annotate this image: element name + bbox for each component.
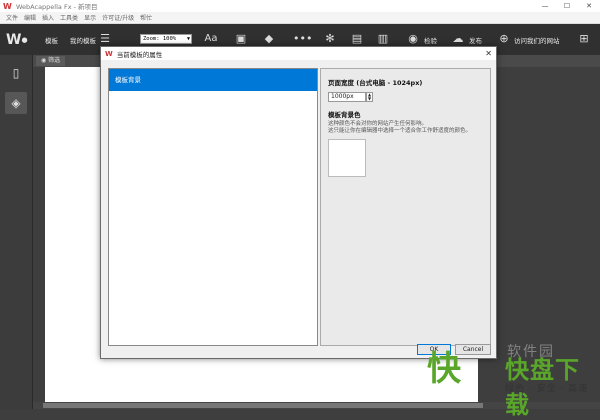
my-templates-tab[interactable]: 我的模板: [70, 24, 96, 55]
dialog-titlebar: W 当前模板的属性 ✕: [101, 47, 496, 60]
zoom-select[interactable]: Zoom: 100% ▼: [140, 34, 192, 44]
page-width-stepper[interactable]: ▲ ▼: [366, 92, 373, 102]
menu-license[interactable]: 许可证/升级: [102, 13, 134, 22]
paint-bucket-icon[interactable]: ◆: [262, 32, 276, 46]
list-item-template-background[interactable]: 模板背景: [109, 69, 317, 91]
more-icon[interactable]: •••: [293, 32, 312, 46]
page-width-input[interactable]: 1000px: [328, 92, 366, 102]
close-icon[interactable]: ✕: [485, 47, 492, 60]
window-titlebar: W WebAcappella Fx - 新项目 — ☐ ✕: [0, 0, 600, 12]
font-icon[interactable]: Aa: [203, 32, 219, 46]
filter-chip[interactable]: ◉ 筛选: [36, 56, 66, 66]
minimize-button[interactable]: —: [534, 0, 556, 12]
menu-edit[interactable]: 编辑: [24, 13, 36, 22]
image-icon[interactable]: ▣: [234, 32, 248, 46]
lock-icon[interactable]: ▥: [376, 32, 390, 46]
layers-icon[interactable]: ◈: [5, 92, 27, 114]
globe-icon[interactable]: ⊕: [497, 32, 511, 46]
watermark: 软件园 快 快盘下载 绿色 · 安全 · 高速: [415, 344, 600, 419]
property-list: 模板背景: [108, 68, 318, 346]
menu-insert[interactable]: 插入: [42, 13, 54, 22]
menu-file[interactable]: 文件: [6, 13, 18, 22]
visit-site-button[interactable]: 访问我们的网站: [514, 24, 560, 55]
bg-color-description: 这种颜色不会对你的网站产生任何影响。 这只能让你在编辑器中选择一个适合你工作舒适…: [328, 121, 488, 135]
app-logo-icon: W: [105, 49, 113, 58]
menu-bar: 文件 编辑 插入 工具类 显示 许可证/升级 帮忙: [0, 12, 600, 24]
desc-line-1: 这种颜色不会对你的网站产生任何影响。: [328, 121, 428, 127]
bg-color-heading: 模板背景色: [328, 111, 361, 119]
sliders-icon[interactable]: ☰: [99, 32, 111, 46]
document-icon[interactable]: ▤: [350, 32, 364, 46]
chevron-down-icon: ▼: [186, 36, 190, 42]
window-controls: — ☐ ✕: [534, 0, 600, 12]
zoom-value: Zoom: 100%: [143, 36, 177, 42]
bg-color-swatch[interactable]: [328, 139, 366, 177]
window-title: WebAcappella Fx - 新项目: [16, 3, 98, 11]
template-properties-dialog: W 当前模板的属性 ✕ 模板背景 页面宽度 (台式电脑 - 1024px) 10…: [100, 46, 497, 359]
watermark-slogan: 绿色 · 安全 · 高速: [505, 384, 589, 394]
app-logo-icon: W: [3, 1, 12, 11]
desc-line-2: 这只能让你在编辑器中选择一个适合你工作舒适度的颜色。: [328, 128, 472, 134]
gear-icon[interactable]: ✻: [323, 32, 337, 46]
left-sidebar: ▯ ◈: [0, 55, 33, 409]
menu-view[interactable]: 显示: [84, 13, 96, 22]
upload-icon[interactable]: ☁: [451, 32, 465, 46]
template-tab[interactable]: 模板: [45, 24, 58, 55]
webacappella-logo-icon: W ●: [6, 31, 28, 48]
filter-label: 筛选: [48, 57, 61, 64]
close-window-button[interactable]: ✕: [578, 0, 600, 12]
page-width-heading: 页面宽度 (台式电脑 - 1024px): [328, 79, 423, 87]
properties-panel: 页面宽度 (台式电脑 - 1024px) 1000px ▲ ▼ 模板背景色 这种颜…: [320, 68, 491, 346]
watermark-logo: 快: [427, 349, 461, 389]
sitemap-icon[interactable]: ⊞: [577, 32, 591, 46]
menu-help[interactable]: 帮忙: [140, 13, 152, 22]
maximize-button[interactable]: ☐: [556, 0, 578, 12]
eye-icon[interactable]: ◉: [406, 32, 420, 46]
menu-tools[interactable]: 工具类: [60, 13, 78, 22]
dialog-title: 当前模板的属性: [116, 50, 163, 59]
page-icon[interactable]: ▯: [5, 62, 27, 84]
